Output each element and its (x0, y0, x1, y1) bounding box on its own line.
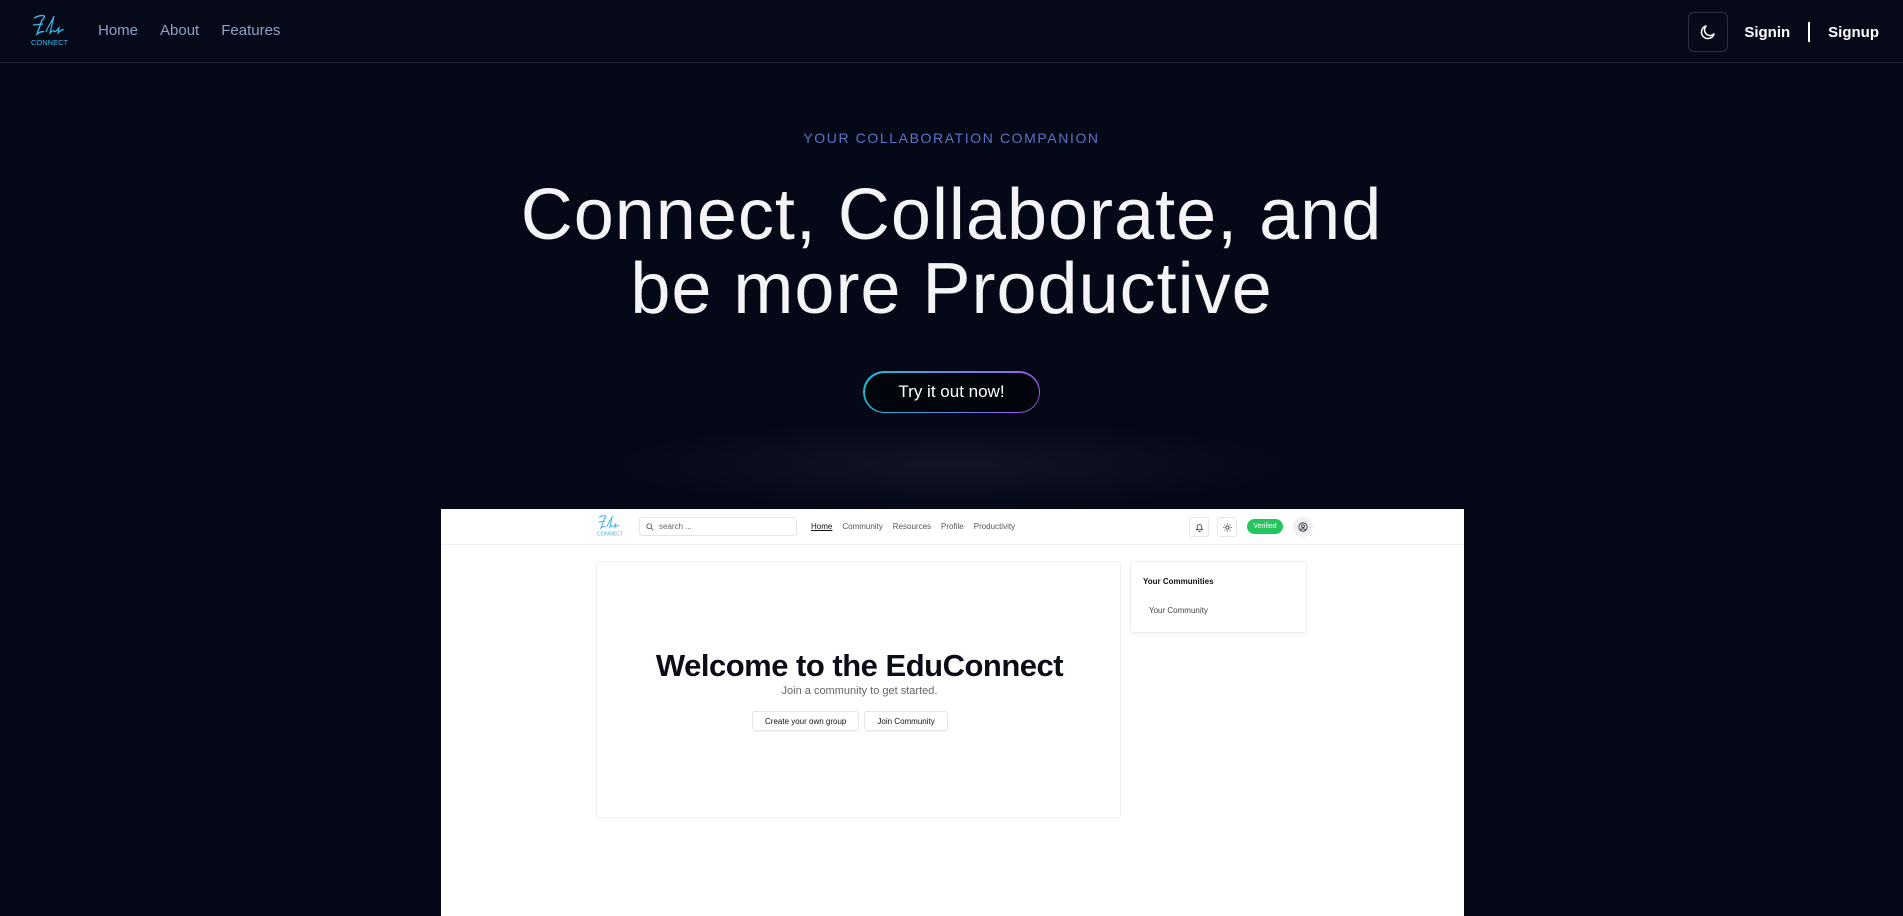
join-community-button[interactable]: Join Community (864, 711, 948, 731)
sun-icon (1222, 522, 1232, 532)
signup-link[interactable]: Signup (1828, 24, 1879, 41)
preview-search-input[interactable]: search ... (639, 517, 797, 536)
preview-communities-title: Your Communities (1143, 577, 1214, 586)
preview-notifications-button[interactable] (1189, 517, 1209, 537)
signin-link[interactable]: Signin (1744, 24, 1790, 41)
search-icon (646, 522, 654, 531)
bell-icon (1195, 523, 1203, 532)
top-navbar: CONNECT Home About Features Signin Signu… (0, 0, 1903, 63)
nav-link-features[interactable]: Features (221, 22, 280, 39)
hero-eyebrow: YOUR COLLABORATION COMPANION (803, 130, 1100, 146)
nav-link-home[interactable]: Home (98, 22, 138, 39)
app-preview-screenshot: CONNECT search ... Home Community Resour… (441, 509, 1464, 916)
preview-welcome-subtitle: Join a community to get started. (781, 685, 938, 697)
nav-right-group: Signin Signup (1688, 12, 1879, 52)
preview-search-placeholder: search ... (659, 522, 692, 531)
hero-headline-line2: be more Productive (630, 249, 1273, 329)
try-it-out-button[interactable]: Try it out now! (863, 371, 1040, 413)
preview-nav-resources[interactable]: Resources (893, 522, 931, 531)
preview-nav-community[interactable]: Community (842, 522, 882, 531)
preview-welcome-title: Welcome to the EduConnect (655, 648, 1064, 683)
nav-link-about[interactable]: About (160, 22, 199, 39)
preview-nav-links: Home Community Resources Profile Product… (811, 522, 1015, 531)
preview-communities-card: Your Communities Your Community (1130, 561, 1307, 633)
auth-divider (1808, 22, 1811, 42)
preview-nav-productivity[interactable]: Productivity (974, 522, 1015, 531)
create-group-button[interactable]: Create your own group (752, 711, 860, 731)
preview-action-buttons: Create your own group Join Community (752, 711, 948, 731)
preview-verified-badge: Verified (1247, 519, 1283, 534)
preview-navbar: CONNECT search ... Home Community Resour… (441, 509, 1464, 545)
preview-nav-profile[interactable]: Profile (941, 522, 964, 531)
preview-theme-button[interactable] (1217, 517, 1237, 537)
user-circle-icon (1298, 522, 1308, 532)
preview-nav-home[interactable]: Home (811, 522, 832, 531)
svg-text:CONNECT: CONNECT (597, 531, 623, 537)
hero-headline: Connect, Collaborate, and be more Produc… (0, 178, 1903, 326)
svg-text:CONNECT: CONNECT (31, 38, 69, 47)
moon-icon (1701, 25, 1716, 40)
theme-toggle-button[interactable] (1688, 12, 1729, 52)
preview-community-item[interactable]: Your Community (1149, 606, 1208, 615)
try-it-out-label[interactable]: Try it out now! (864, 372, 1039, 412)
preview-welcome-card: Welcome to the EduConnect Join a communi… (596, 561, 1121, 818)
main-nav-links: Home About Features (98, 22, 280, 39)
hero-glow (600, 420, 1300, 510)
educonnect-logo[interactable]: CONNECT (28, 12, 70, 50)
hero-headline-line1: Connect, Collaborate, and (520, 175, 1383, 255)
preview-user-avatar[interactable] (1293, 517, 1313, 537)
preview-logo: CONNECT (597, 515, 623, 537)
